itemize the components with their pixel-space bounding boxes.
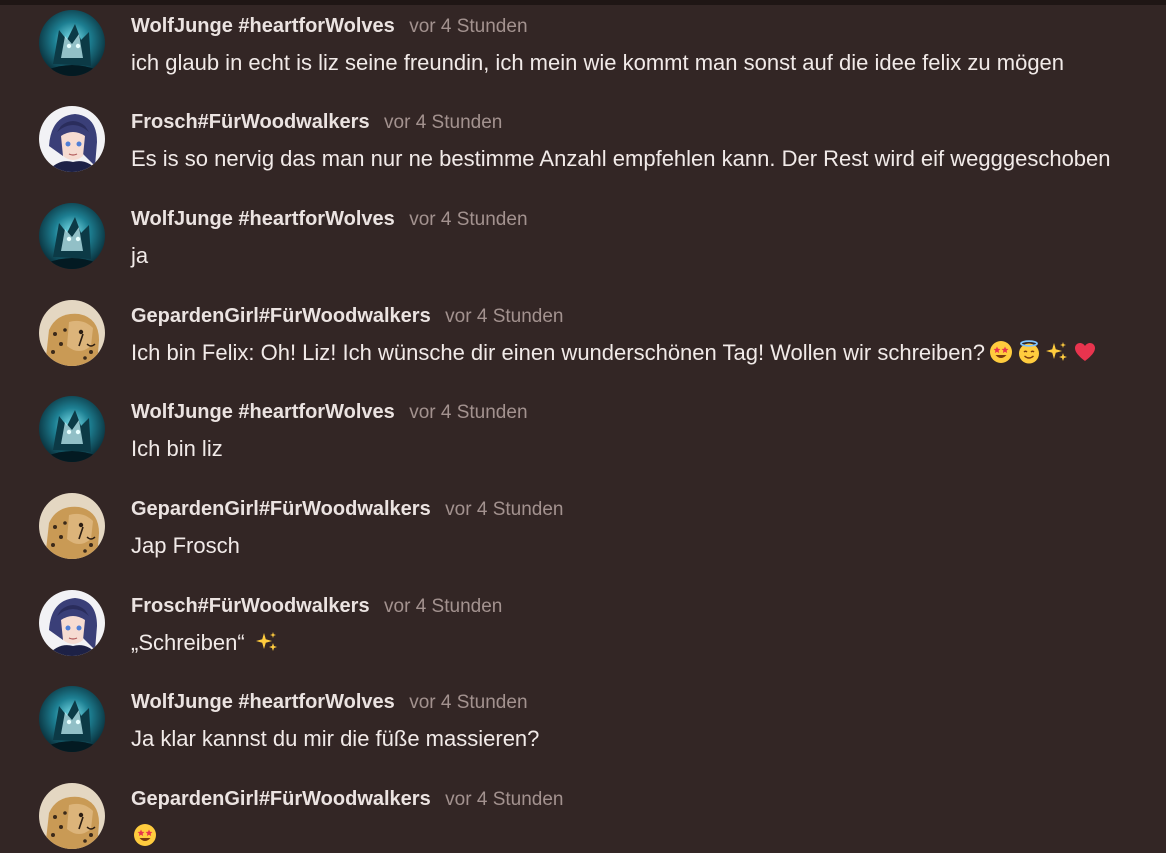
message-header: WolfJunge #heartforWolves vor 4 Stunden bbox=[131, 13, 528, 39]
cheetah-avatar[interactable] bbox=[39, 493, 105, 559]
message-timestamp: vor 4 Stunden bbox=[445, 789, 564, 810]
chat-message: WolfJunge #heartforWolves vor 4 Stunden … bbox=[0, 0, 1166, 96]
cheetah-avatar[interactable] bbox=[39, 300, 105, 366]
message-header: Frosch#FürWoodwalkers vor 4 Stunden bbox=[131, 109, 502, 135]
message-timestamp: vor 4 Stunden bbox=[384, 596, 503, 617]
message-body: Jap Frosch bbox=[131, 533, 240, 558]
wolf-avatar[interactable] bbox=[39, 686, 105, 752]
chat-message: Frosch#FürWoodwalkers vor 4 Stunden „Sch… bbox=[0, 580, 1166, 676]
message-header: WolfJunge #heartforWolves vor 4 Stunden bbox=[131, 689, 528, 715]
chat-message: WolfJunge #heartforWolves vor 4 Stunden … bbox=[0, 676, 1166, 772]
chat-message: WolfJunge #heartforWolves vor 4 Stunden … bbox=[0, 386, 1166, 482]
message-body: Es is so nervig das man nur ne bestimme … bbox=[131, 146, 1111, 171]
message-body: „Schreiben“ bbox=[131, 630, 245, 655]
message-text: Ja klar kannst du mir die füße massieren… bbox=[131, 724, 539, 754]
author-name[interactable]: GepardenGirl#FürWoodwalkers bbox=[131, 788, 431, 810]
message-timestamp: vor 4 Stunden bbox=[445, 499, 564, 520]
message-header: GepardenGirl#FürWoodwalkers vor 4 Stunde… bbox=[131, 303, 563, 329]
smiling-face-with-halo-emoji bbox=[1017, 340, 1041, 364]
message-header: WolfJunge #heartforWolves vor 4 Stunden bbox=[131, 399, 528, 425]
message-body: ja bbox=[131, 243, 149, 268]
author-name[interactable]: WolfJunge #heartforWolves bbox=[131, 691, 395, 713]
wolf-avatar[interactable] bbox=[39, 203, 105, 269]
message-text: Es is so nervig das man nur ne bestimme … bbox=[131, 144, 1111, 174]
message-text: Jap Frosch bbox=[131, 531, 240, 561]
author-name[interactable]: GepardenGirl#FürWoodwalkers bbox=[131, 498, 431, 520]
message-text: Ich bin liz bbox=[131, 434, 223, 464]
message-body: Ich bin liz bbox=[131, 436, 223, 461]
message-body: Ich bin Felix: Oh! Liz! Ich wünsche dir … bbox=[131, 340, 985, 365]
message-timestamp: vor 4 Stunden bbox=[409, 209, 528, 230]
chat-message: GepardenGirl#FürWoodwalkers vor 4 Stunde… bbox=[0, 290, 1166, 386]
star-struck-emoji bbox=[989, 340, 1013, 364]
chat-message: WolfJunge #heartforWolves vor 4 Stunden … bbox=[0, 193, 1166, 289]
star-struck-emoji bbox=[133, 823, 157, 847]
message-timestamp: vor 4 Stunden bbox=[409, 402, 528, 423]
message-text: ja bbox=[131, 241, 148, 271]
message-timestamp: vor 4 Stunden bbox=[445, 306, 564, 327]
cheetah-avatar[interactable] bbox=[39, 783, 105, 849]
author-name[interactable]: GepardenGirl#FürWoodwalkers bbox=[131, 305, 431, 327]
message-text: ich glaub in echt is liz seine freundin,… bbox=[131, 48, 1064, 78]
message-timestamp: vor 4 Stunden bbox=[409, 692, 528, 713]
wolf-avatar[interactable] bbox=[39, 396, 105, 462]
wolf-avatar[interactable] bbox=[39, 10, 105, 76]
message-body: Ja klar kannst du mir die füße massieren… bbox=[131, 726, 540, 751]
message-header: GepardenGirl#FürWoodwalkers vor 4 Stunde… bbox=[131, 786, 563, 812]
message-timestamp: vor 4 Stunden bbox=[384, 112, 503, 133]
message-text: Ich bin Felix: Oh! Liz! Ich wünsche dir … bbox=[131, 338, 1097, 368]
author-name[interactable]: Frosch#FürWoodwalkers bbox=[131, 595, 370, 617]
sparkles-emoji bbox=[1045, 340, 1069, 364]
message-text: „Schreiben“ bbox=[131, 628, 279, 658]
message-text bbox=[131, 821, 157, 851]
chat-message: Frosch#FürWoodwalkers vor 4 Stunden Es i… bbox=[0, 96, 1166, 192]
author-name[interactable]: WolfJunge #heartforWolves bbox=[131, 15, 395, 37]
anime-avatar[interactable] bbox=[39, 590, 105, 656]
chat-message-list: WolfJunge #heartforWolves vor 4 Stunden … bbox=[0, 0, 1166, 853]
message-header: Frosch#FürWoodwalkers vor 4 Stunden bbox=[131, 593, 502, 619]
message-header: WolfJunge #heartforWolves vor 4 Stunden bbox=[131, 206, 528, 232]
red-heart-emoji bbox=[1073, 340, 1097, 364]
message-body: ich glaub in echt is liz seine freundin,… bbox=[131, 50, 1065, 75]
chat-message: GepardenGirl#FürWoodwalkers vor 4 Stunde… bbox=[0, 773, 1166, 853]
author-name[interactable]: WolfJunge #heartforWolves bbox=[131, 208, 395, 230]
chat-message: GepardenGirl#FürWoodwalkers vor 4 Stunde… bbox=[0, 483, 1166, 579]
author-name[interactable]: Frosch#FürWoodwalkers bbox=[131, 111, 370, 133]
message-timestamp: vor 4 Stunden bbox=[409, 16, 528, 37]
sparkles-emoji bbox=[255, 630, 279, 654]
author-name[interactable]: WolfJunge #heartforWolves bbox=[131, 401, 395, 423]
message-header: GepardenGirl#FürWoodwalkers vor 4 Stunde… bbox=[131, 496, 563, 522]
anime-avatar[interactable] bbox=[39, 106, 105, 172]
